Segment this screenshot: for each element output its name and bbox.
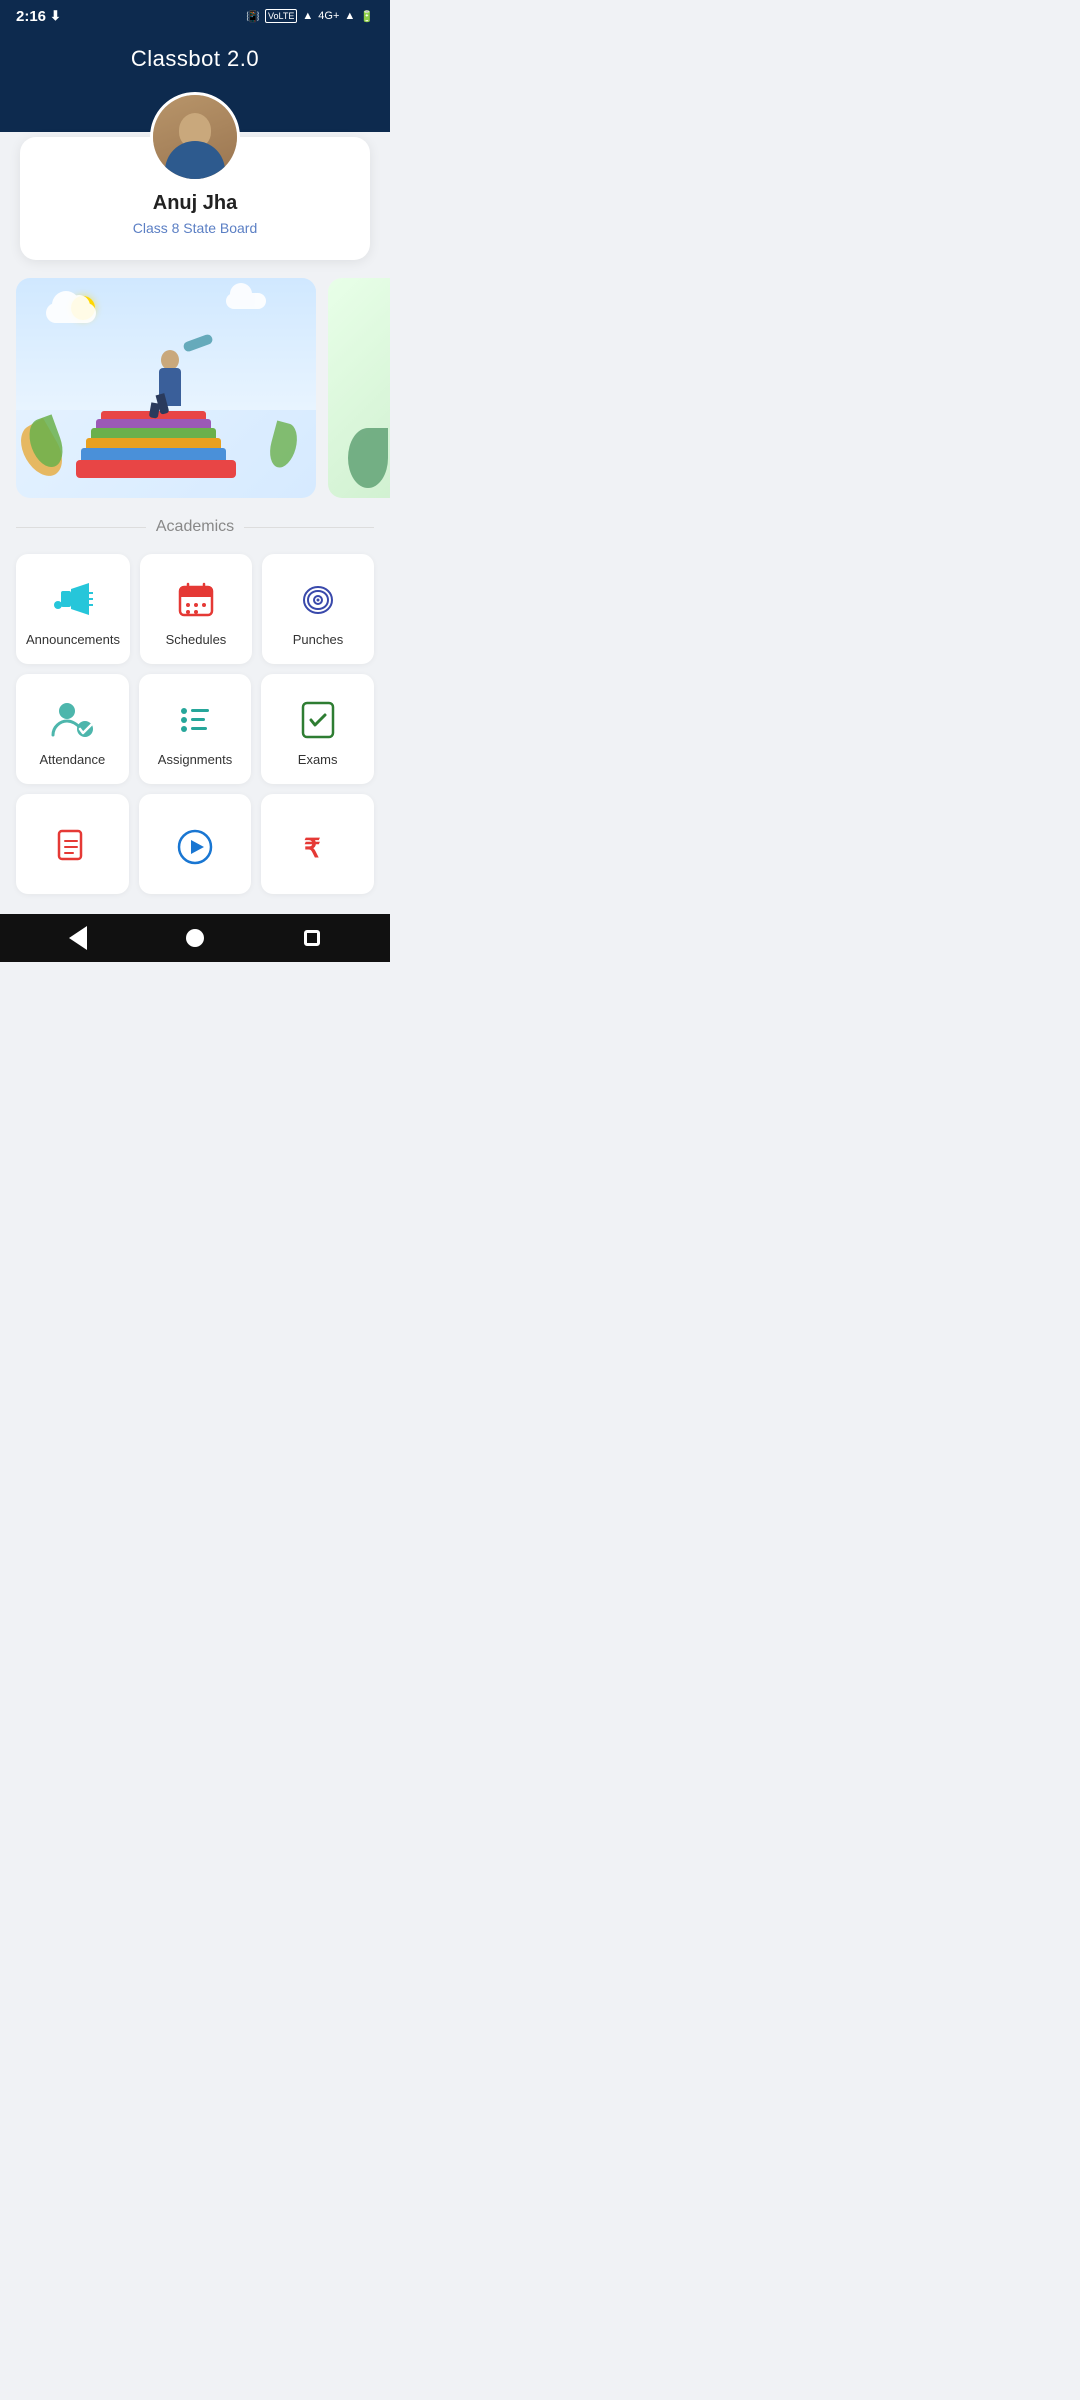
grid-item-exams[interactable]: Exams: [261, 674, 374, 784]
exams-label: Exams: [298, 752, 338, 767]
cloud-1: [46, 303, 96, 323]
books-stack: [76, 388, 256, 478]
cloud-2: [226, 293, 266, 309]
status-bar: 2:16 ⬇ 📳 VoLTE ▲ 4G+ ▲ 🔋: [0, 0, 390, 32]
grid-row-1: Announcements Schedules: [16, 554, 374, 664]
grid-row-2: Attendance Assignments: [16, 674, 374, 784]
announcements-label: Announcements: [26, 632, 120, 647]
academics-title: Academics: [156, 518, 234, 536]
download-icon: ⬇: [50, 8, 61, 24]
banner-2-decoration: [348, 428, 388, 488]
section-line-right: [244, 527, 374, 528]
grid-item-fees[interactable]: ₹: [261, 794, 374, 894]
book-1: [76, 460, 236, 478]
banner-card-1[interactable]: [16, 278, 316, 498]
profile-class: Class 8 State Board: [40, 220, 350, 236]
document-icon: [50, 825, 94, 869]
grid-item-schedules[interactable]: Schedules: [140, 554, 252, 664]
grid-item-attendance[interactable]: Attendance: [16, 674, 129, 784]
grid-item-documents[interactable]: [16, 794, 129, 894]
recent-icon: [304, 930, 320, 946]
assignments-label: Assignments: [158, 752, 232, 767]
calendar-icon: [174, 578, 218, 622]
section-header: Academics: [16, 518, 374, 536]
avatar: [150, 92, 240, 182]
nav-recent-button[interactable]: [290, 916, 334, 960]
banner-card-2[interactable]: [328, 278, 390, 498]
status-time: 2:16 ⬇: [16, 8, 61, 25]
svg-text:₹: ₹: [304, 833, 321, 863]
grid-item-announcements[interactable]: Announcements: [16, 554, 130, 664]
wifi-icon: ▲: [302, 10, 313, 22]
profile-name: Anuj Jha: [40, 192, 350, 215]
avatar-image: [153, 95, 237, 179]
banner-track: [16, 278, 390, 498]
grid-row-3: ₹: [16, 794, 374, 894]
app-title: Classbot 2.0: [0, 46, 390, 72]
volte-icon: VoLTE: [265, 9, 297, 23]
banner-illustration: [16, 278, 316, 498]
exams-icon: [296, 698, 340, 742]
megaphone-icon: [51, 578, 95, 622]
grid-item-punches[interactable]: Punches: [262, 554, 374, 664]
vibrate-icon: 📳: [246, 10, 260, 23]
nav-home-button[interactable]: [173, 916, 217, 960]
battery-icon: 🔋: [360, 10, 374, 23]
person-head: [161, 350, 179, 370]
back-icon: [69, 926, 87, 950]
attendance-label: Attendance: [39, 752, 105, 767]
profile-card-wrapper: Anuj Jha Class 8 State Board: [20, 92, 370, 260]
network-label: 4G+: [318, 10, 339, 22]
rupee-icon: ₹: [296, 825, 340, 869]
home-icon: [186, 929, 204, 947]
navigation-bar: [0, 914, 390, 962]
fingerprint-icon: [296, 578, 340, 622]
punches-label: Punches: [293, 632, 344, 647]
banner-section: [16, 278, 390, 498]
grid-item-assignments[interactable]: Assignments: [139, 674, 252, 784]
grid-item-video[interactable]: [139, 794, 252, 894]
person-figure: [145, 336, 195, 406]
schedules-label: Schedules: [166, 632, 227, 647]
play-icon: [173, 825, 217, 869]
section-line-left: [16, 527, 146, 528]
status-icons: 📳 VoLTE ▲ 4G+ ▲ 🔋: [246, 9, 374, 23]
attendance-icon: [50, 698, 94, 742]
assignments-icon: [173, 698, 217, 742]
signal-icon: ▲: [344, 10, 355, 22]
nav-back-button[interactable]: [56, 916, 100, 960]
leaf-right: [266, 421, 302, 471]
academics-section: Academics Announcements: [0, 498, 390, 894]
